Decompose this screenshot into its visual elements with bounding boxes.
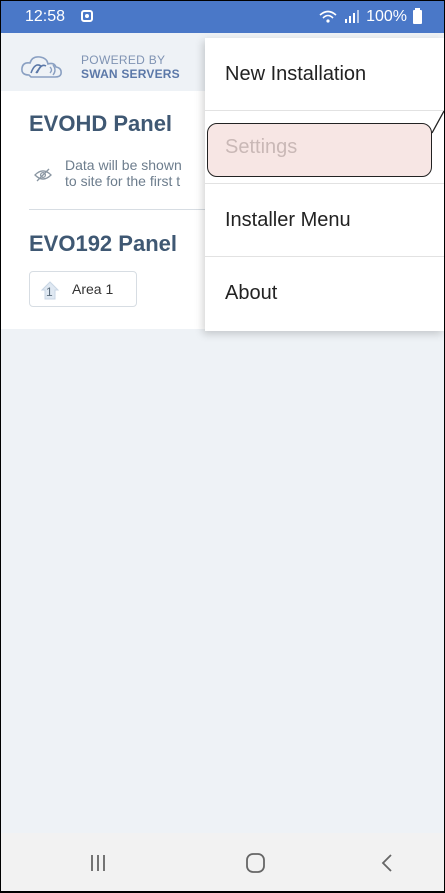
home-icon[interactable] bbox=[241, 851, 271, 875]
logo-tagline: POWERED BY bbox=[81, 53, 166, 67]
panel-title-evo192[interactable]: EVO192 Panel bbox=[29, 231, 177, 257]
panel-title-evohd[interactable]: EVOHD Panel bbox=[29, 111, 172, 137]
logo-brand: SWAN SERVERS bbox=[81, 67, 180, 81]
screenshot-notification-icon bbox=[81, 10, 93, 22]
status-bar: 12:58 100% bbox=[1, 1, 444, 33]
recent-apps-icon[interactable] bbox=[83, 851, 113, 875]
status-time: 12:58 bbox=[25, 8, 66, 25]
battery-icon bbox=[413, 8, 422, 24]
area-number: 1 bbox=[46, 285, 53, 299]
back-icon[interactable] bbox=[373, 851, 403, 875]
swan-logo-icon bbox=[21, 56, 62, 78]
status-right-group: 100% bbox=[318, 8, 422, 26]
phone-screen: 12:58 100% POWERED BY SWAN SERVERS EVOHD… bbox=[1, 1, 444, 891]
eye-off-icon bbox=[34, 168, 52, 182]
wifi-icon bbox=[319, 10, 337, 23]
menu-item-about[interactable]: About bbox=[205, 257, 444, 330]
area-chip[interactable]: 1 Area 1 bbox=[29, 271, 137, 307]
area-label: Area 1 bbox=[72, 281, 114, 297]
signal-icon bbox=[345, 10, 360, 23]
menu-item-new-installation[interactable]: New Installation bbox=[205, 38, 444, 111]
system-nav-bar bbox=[1, 833, 444, 891]
battery-percent: 100% bbox=[366, 8, 407, 25]
overflow-menu: New Installation Settings Installer Menu… bbox=[205, 38, 444, 331]
settings-highlight-box bbox=[207, 123, 432, 177]
menu-item-installer-menu[interactable]: Installer Menu bbox=[205, 184, 444, 257]
